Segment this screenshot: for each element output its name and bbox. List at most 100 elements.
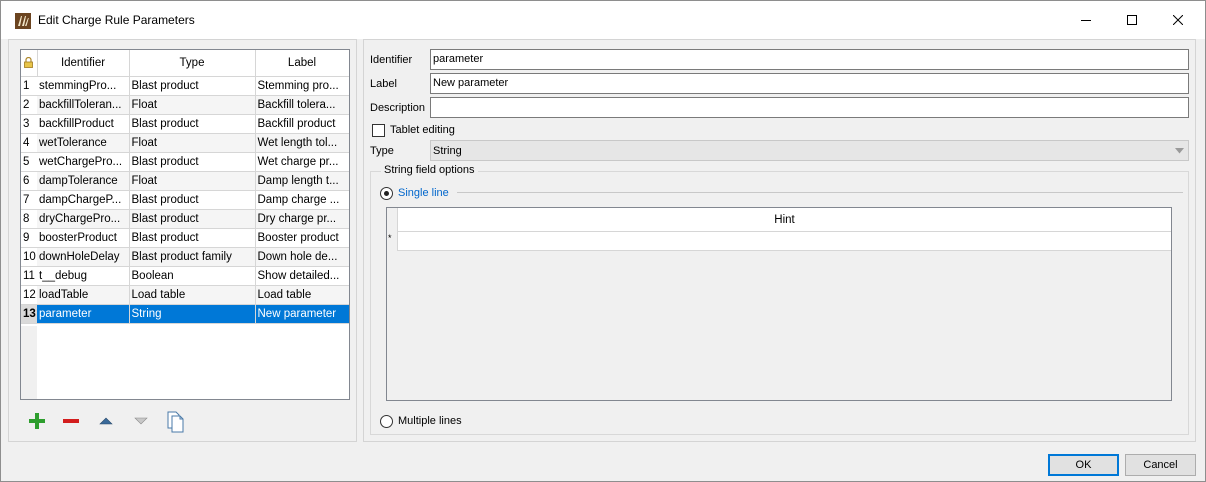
label-input[interactable]: New parameter xyxy=(430,73,1189,94)
type-cell[interactable]: Float xyxy=(129,171,256,191)
label-cell[interactable]: Stemming pro... xyxy=(255,76,349,96)
type-cell[interactable]: Boolean xyxy=(129,266,256,286)
type-column-header[interactable]: Type xyxy=(129,50,256,77)
move-down-button[interactable] xyxy=(127,408,155,434)
single-line-radio[interactable] xyxy=(380,187,393,200)
close-button[interactable] xyxy=(1155,1,1201,39)
hint-table[interactable]: Hint * xyxy=(386,207,1172,401)
move-up-button[interactable] xyxy=(92,408,120,434)
identifier-cell[interactable]: backfillProduct xyxy=(37,114,130,134)
maximize-button[interactable] xyxy=(1109,1,1155,39)
identifier-cell[interactable]: wetTolerance xyxy=(37,133,130,153)
row-number-cell[interactable]: 2 xyxy=(21,95,37,115)
table-row[interactable]: 5 wetChargePro... Blast product Wet charge … xyxy=(21,152,349,172)
multiple-lines-label[interactable]: Multiple lines xyxy=(398,415,462,427)
type-cell[interactable]: Float xyxy=(129,95,256,115)
table-row[interactable]: 11 t__debug Boolean Show detailed... xyxy=(21,266,349,286)
lock-column-header[interactable] xyxy=(21,50,38,77)
table-row[interactable]: 3 backfillProduct Blast product Backfill pr… xyxy=(21,114,349,134)
table-row[interactable]: 12 loadTable Load table Load table xyxy=(21,285,349,305)
table-row[interactable]: 7 dampChargeP... Blast product Damp charge … xyxy=(21,190,349,210)
identifier-cell[interactable]: boosterProduct xyxy=(37,228,130,248)
description-input[interactable] xyxy=(430,97,1189,118)
identifier-cell[interactable]: wetChargePro... xyxy=(37,152,130,172)
label-cell[interactable]: Down hole de... xyxy=(255,247,349,267)
single-line-label[interactable]: Single line xyxy=(398,187,449,199)
row-number-cell[interactable]: 11 xyxy=(21,266,37,286)
ok-button[interactable]: OK xyxy=(1048,454,1119,476)
type-cell[interactable]: Blast product xyxy=(129,228,256,248)
type-cell[interactable]: String xyxy=(129,304,256,324)
table-row[interactable]: 4 wetTolerance Float Wet length tol... xyxy=(21,133,349,153)
close-icon xyxy=(1173,15,1183,25)
label-cell[interactable]: New parameter xyxy=(255,304,349,324)
tablet-editing-checkbox[interactable] xyxy=(372,124,385,137)
title-bar[interactable]: Edit Charge Rule Parameters xyxy=(1,1,1205,39)
add-parameter-button[interactable] xyxy=(23,408,51,434)
row-number-cell[interactable]: 10 xyxy=(21,247,37,267)
chevron-down-icon xyxy=(1175,148,1184,154)
label-cell[interactable]: Show detailed... xyxy=(255,266,349,286)
identifier-input[interactable]: parameter xyxy=(430,49,1189,70)
label-cell[interactable]: Backfill product xyxy=(255,114,349,134)
row-number-cell[interactable]: 8 xyxy=(21,209,37,229)
label-cell[interactable]: Damp length t... xyxy=(255,171,349,191)
table-row[interactable]: 13 parameter String New parameter xyxy=(21,304,349,324)
identifier-cell[interactable]: t__debug xyxy=(37,266,130,286)
type-cell[interactable]: Blast product family xyxy=(129,247,256,267)
table-row[interactable]: 2 backfillToleran... Float Backfill tolera.… xyxy=(21,95,349,115)
cancel-button[interactable]: Cancel xyxy=(1125,454,1196,476)
type-cell[interactable]: Blast product xyxy=(129,76,256,96)
type-cell[interactable]: Load table xyxy=(129,285,256,305)
type-cell[interactable]: Blast product xyxy=(129,190,256,210)
label-cell[interactable]: Wet length tol... xyxy=(255,133,349,153)
row-number-cell[interactable]: 1 xyxy=(21,76,37,96)
hint-column-header[interactable]: Hint xyxy=(397,208,1171,232)
identifier-column-header[interactable]: Identifier xyxy=(37,50,130,77)
identifier-cell[interactable]: backfillToleran... xyxy=(37,95,130,115)
minimize-button[interactable] xyxy=(1063,1,1109,39)
identifier-cell[interactable]: parameter xyxy=(37,304,130,324)
type-select[interactable]: String xyxy=(430,140,1189,161)
parameter-details-panel: Identifier parameter Label New parameter… xyxy=(363,39,1196,442)
label-cell[interactable]: Backfill tolera... xyxy=(255,95,349,115)
label-cell[interactable]: Load table xyxy=(255,285,349,305)
identifier-cell[interactable]: dampTolerance xyxy=(37,171,130,191)
maximize-icon xyxy=(1127,15,1137,25)
remove-parameter-button[interactable] xyxy=(57,408,85,434)
type-cell[interactable]: Blast product xyxy=(129,114,256,134)
copy-parameter-button[interactable] xyxy=(162,408,190,434)
row-number-cell[interactable]: 4 xyxy=(21,133,37,153)
label-cell[interactable]: Booster product xyxy=(255,228,349,248)
table-empty-area[interactable] xyxy=(37,326,349,399)
type-cell[interactable]: Float xyxy=(129,133,256,153)
row-number-cell[interactable]: 7 xyxy=(21,190,37,210)
label-cell[interactable]: Wet charge pr... xyxy=(255,152,349,172)
identifier-cell[interactable]: stemmingPro... xyxy=(37,76,130,96)
row-number-cell[interactable]: 12 xyxy=(21,285,37,305)
row-number-cell[interactable]: 3 xyxy=(21,114,37,134)
identifier-cell[interactable]: downHoleDelay xyxy=(37,247,130,267)
table-row[interactable]: 8 dryChargePro... Blast product Dry charge … xyxy=(21,209,349,229)
identifier-cell[interactable]: loadTable xyxy=(37,285,130,305)
arrow-down-icon xyxy=(134,417,148,425)
row-number-cell[interactable]: 5 xyxy=(21,152,37,172)
table-row[interactable]: 9 boosterProduct Blast product Booster prod… xyxy=(21,228,349,248)
multiple-lines-radio[interactable] xyxy=(380,415,393,428)
table-row[interactable]: 1 stemmingPro... Blast product Stemming pro… xyxy=(21,76,349,96)
table-row[interactable]: 6 dampTolerance Float Damp length t... xyxy=(21,171,349,191)
row-header-empty-area xyxy=(21,326,37,399)
row-number-cell[interactable]: 6 xyxy=(21,171,37,191)
type-cell[interactable]: Blast product xyxy=(129,152,256,172)
label-cell[interactable]: Damp charge ... xyxy=(255,190,349,210)
identifier-cell[interactable]: dampChargeP... xyxy=(37,190,130,210)
row-number-cell[interactable]: 9 xyxy=(21,228,37,248)
row-number-cell[interactable]: 13 xyxy=(21,304,37,324)
table-row[interactable]: 10 downHoleDelay Blast product family Down … xyxy=(21,247,349,267)
parameters-table[interactable]: Identifier Type Label 1 stemmingPro... Bla… xyxy=(20,49,350,400)
type-cell[interactable]: Blast product xyxy=(129,209,256,229)
label-column-header[interactable]: Label xyxy=(255,50,349,77)
label-cell[interactable]: Dry charge pr... xyxy=(255,209,349,229)
identifier-cell[interactable]: dryChargePro... xyxy=(37,209,130,229)
hint-new-row[interactable] xyxy=(397,232,1171,251)
